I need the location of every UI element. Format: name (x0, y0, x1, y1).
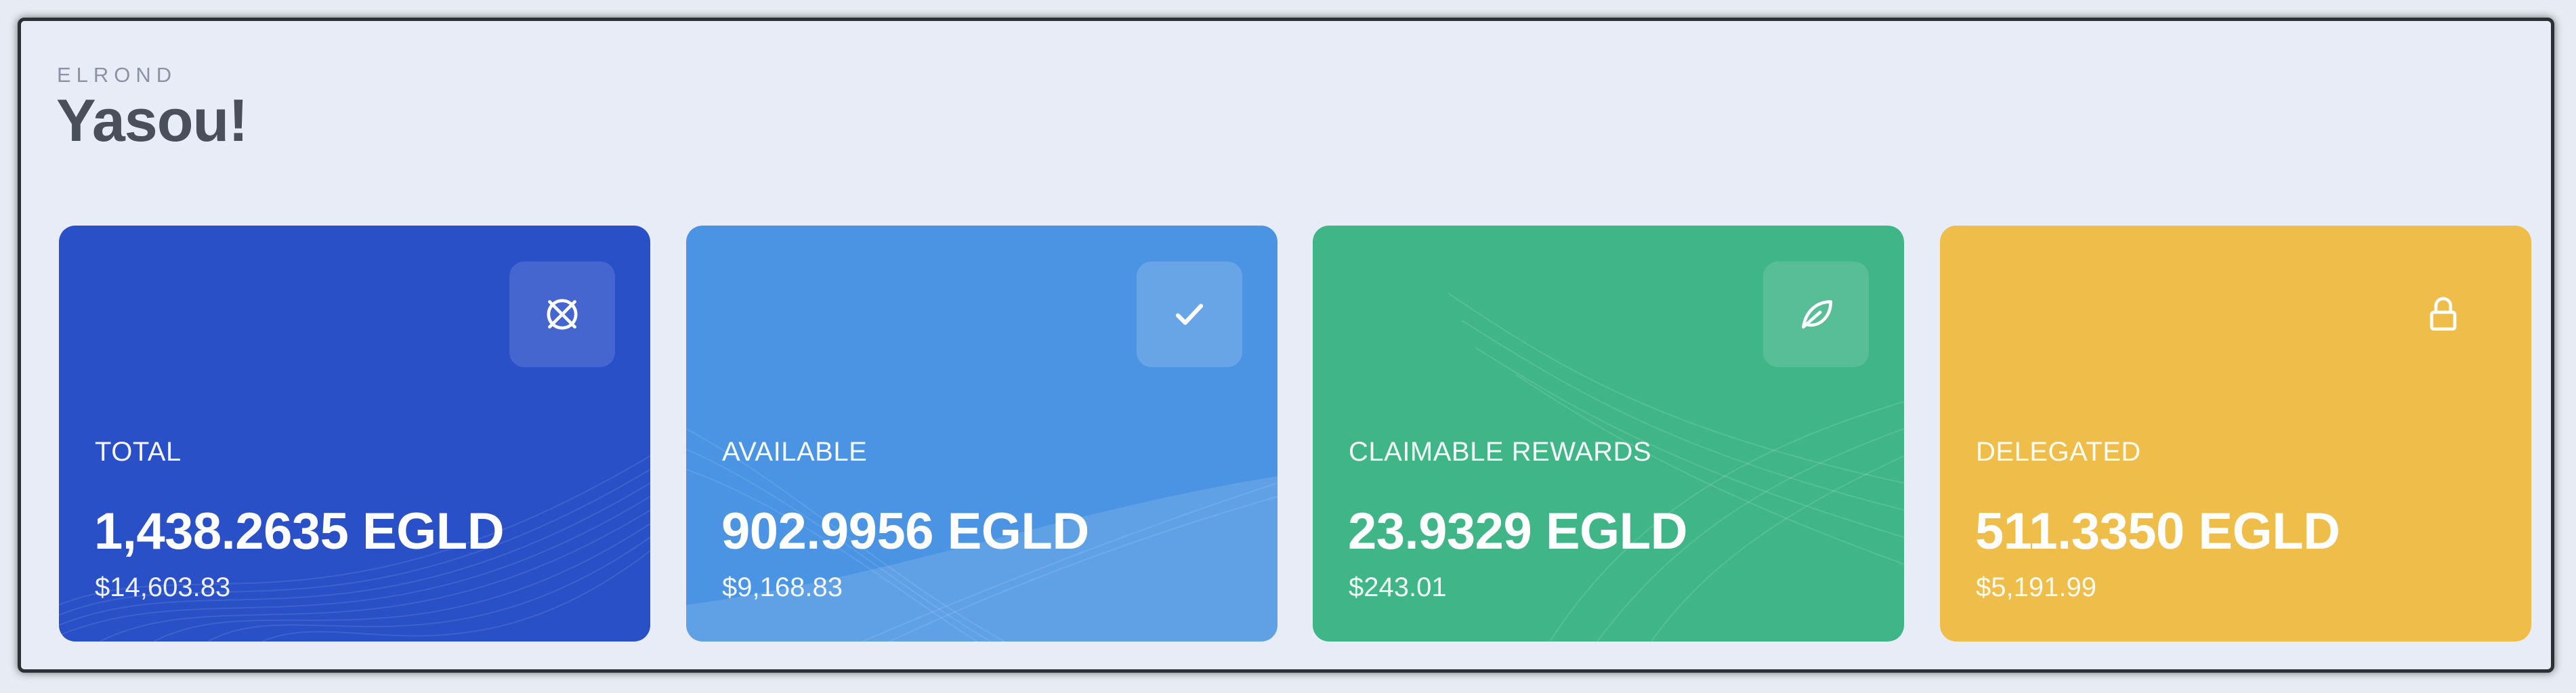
claimable-rewards-card: CLAIMABLE REWARDS 23.9329 EGLD $243.01 (1313, 226, 1904, 642)
delegated-balance-card: DELEGATED 511.3350 EGLD $5,191.99 (1940, 226, 2531, 642)
leaf-icon (1763, 261, 1869, 367)
card-label: CLAIMABLE REWARDS (1349, 437, 1652, 467)
card-usd-value: $243.01 (1349, 572, 1447, 602)
page-title: Yasou! (56, 87, 249, 154)
card-usd-value: $14,603.83 (95, 572, 231, 602)
dashboard-panel: ELROND Yasou! TOTAL 1,438.2635 EGLD $14,… (18, 18, 2554, 673)
total-balance-card: TOTAL 1,438.2635 EGLD $14,603.83 (59, 226, 650, 642)
card-amount: 902.9956 EGLD (721, 503, 1089, 560)
card-label: DELEGATED (1976, 437, 2141, 467)
card-label: TOTAL (95, 437, 182, 467)
card-amount: 23.9329 EGLD (1348, 503, 1687, 560)
card-amount: 1,438.2635 EGLD (94, 503, 505, 560)
card-usd-value: $5,191.99 (1976, 572, 2096, 602)
card-label: AVAILABLE (722, 437, 868, 467)
network-label: ELROND (57, 63, 177, 87)
card-usd-value: $9,168.83 (722, 572, 843, 602)
checkmark-icon (1137, 261, 1242, 367)
card-amount: 511.3350 EGLD (1975, 503, 2340, 560)
elrond-logo-icon (509, 261, 615, 367)
lock-icon (2390, 261, 2496, 367)
available-balance-card: AVAILABLE 902.9956 EGLD $9,168.83 (686, 226, 1278, 642)
